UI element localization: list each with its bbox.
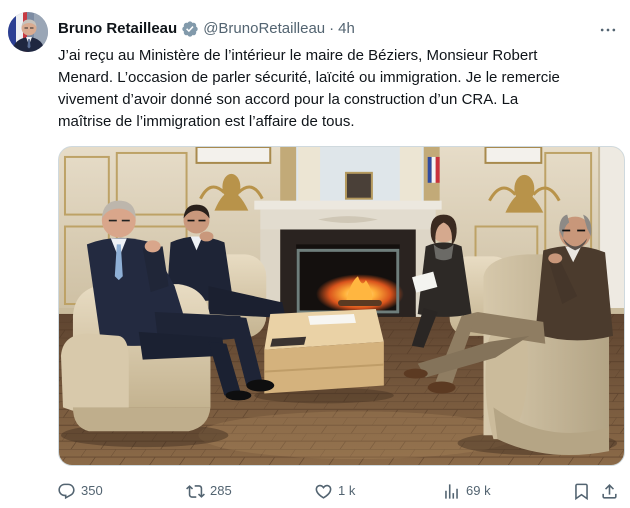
avatar[interactable] [8,12,48,52]
post-time[interactable]: 4h [338,19,355,39]
window [280,147,440,205]
bookmark-icon [575,483,588,500]
views-button[interactable]: 69 k [442,481,491,501]
repost-count: 285 [210,483,232,498]
author-handle[interactable]: @BrunoRetailleau [203,19,325,39]
tweet-text-line: maîtrise de l’immigration est l’affaire … [58,113,355,130]
avatar-image [8,12,48,52]
tweet-header: Bruno Retailleau @BrunoRetailleau · 4h [58,19,355,39]
tweet-text: J’ai reçu au Ministère de l’intérieur le… [58,45,626,133]
like-count: 1 k [338,483,356,498]
tweet-text-line: vivement d’avoir donné son accord pour l… [58,91,519,108]
tweet-text-line: Menard. L’occasion de parler sécurité, l… [58,69,560,86]
photo-scene [59,147,624,465]
like-button[interactable]: 1 k [314,481,355,501]
reply-count: 350 [81,483,103,498]
heart-icon [315,484,332,499]
repost-button[interactable]: 285 [186,481,232,501]
share-icon [602,483,617,499]
tweet-card[interactable]: Bruno Retailleau @BrunoRetailleau · 4h J… [0,0,630,508]
tweet-photo[interactable] [58,146,625,466]
verified-badge-icon[interactable] [181,20,199,38]
author-name[interactable]: Bruno Retailleau [58,19,177,39]
share-button[interactable] [600,481,619,501]
views-count: 69 k [466,483,491,498]
reply-icon [58,483,75,499]
repost-icon [186,484,205,498]
bookmark-button[interactable] [572,481,591,501]
views-chart-icon [445,483,458,499]
header-separator: · [329,20,335,37]
reply-button[interactable]: 350 [57,481,103,501]
more-icon[interactable] [598,20,618,40]
tweet-text-line: J’ai reçu au Ministère de l’intérieur le… [58,47,538,64]
fireplace [254,200,442,317]
